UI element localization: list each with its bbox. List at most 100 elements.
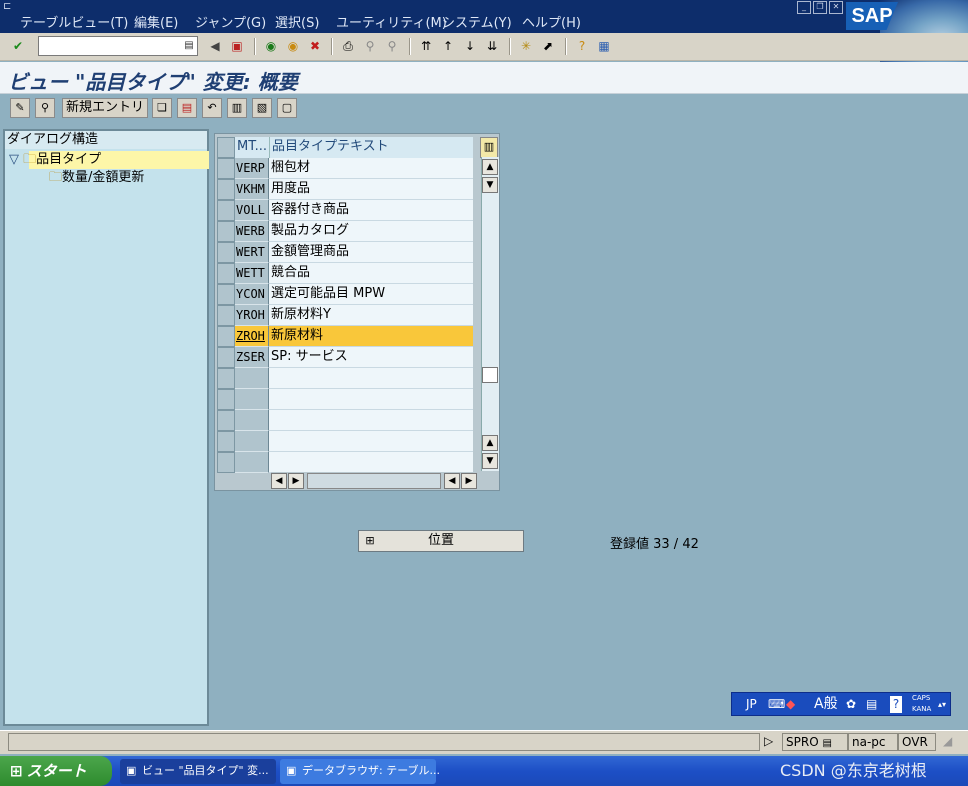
ime-tool-icon[interactable]: ✿ (846, 696, 856, 713)
ime-input-mode[interactable]: A般 (814, 696, 838, 713)
row-selector[interactable] (217, 410, 235, 431)
help-icon[interactable]: ? (573, 37, 591, 55)
back-icon[interactable]: ◉ (262, 37, 280, 55)
deselect-all-icon[interactable]: ▢ (277, 98, 297, 118)
material-type-key[interactable]: VKHM (235, 179, 269, 200)
material-type-text[interactable] (269, 368, 473, 389)
find-next-icon[interactable]: ⚲ (383, 37, 401, 55)
material-type-text[interactable]: 新原材料Y (269, 305, 473, 326)
task-view-material-type[interactable]: ▣ ビュー "品目タイプ" 変... (120, 759, 276, 784)
start-button[interactable]: ⊞ スタート (0, 756, 112, 786)
shortcut-icon[interactable]: ⬈ (539, 37, 557, 55)
minimize-icon[interactable]: _ (797, 1, 811, 14)
ime-dictionary-icon[interactable]: ▤ (866, 696, 877, 713)
ime-pad-icon[interactable]: ◆ (786, 696, 795, 713)
menu-select[interactable]: 選択(S) (275, 12, 319, 31)
scroll-left-column-icon[interactable]: ◀ (444, 473, 460, 489)
enter-check-icon[interactable]: ✔ (9, 37, 27, 55)
row-selector[interactable] (217, 263, 235, 284)
scroll-right-column-icon[interactable]: ▶ (461, 473, 477, 489)
menu-jump[interactable]: ジャンプ(G) (195, 12, 266, 31)
material-type-key[interactable]: WETT (235, 263, 269, 284)
material-type-key[interactable]: VERP (235, 158, 269, 179)
undo-change-icon[interactable]: ↶ (202, 98, 222, 118)
row-selector[interactable] (217, 431, 235, 452)
resize-grip-icon[interactable]: ◢ (940, 733, 966, 751)
material-type-key[interactable]: YROH (235, 305, 269, 326)
system-menu-icon[interactable]: ⊏ (3, 1, 15, 12)
scroll-left-icon[interactable]: ◀ (271, 473, 287, 489)
previous-page-icon[interactable]: ↑ (439, 37, 457, 55)
display-change-icon[interactable]: ✎ (10, 98, 30, 118)
material-type-text[interactable] (269, 389, 473, 410)
material-type-text[interactable]: 新原材料 (269, 326, 473, 347)
status-toggle-icon[interactable]: ▷ (764, 733, 773, 751)
menu-system[interactable]: システム(Y) (442, 12, 512, 31)
tree-item-material-type[interactable]: ▽ 🗀品目タイプ (9, 151, 101, 169)
select-all-icon[interactable]: ▥ (227, 98, 247, 118)
column-config-icon[interactable]: ▥ (480, 137, 498, 158)
material-type-key[interactable] (235, 389, 269, 410)
material-type-text[interactable]: 梱包材 (269, 158, 473, 179)
material-type-key[interactable]: YCON (235, 284, 269, 305)
layout-menu-icon[interactable]: ▦ (595, 37, 613, 55)
row-selector[interactable] (217, 242, 235, 263)
material-type-key[interactable] (235, 452, 269, 473)
row-selector[interactable] (217, 389, 235, 410)
ime-options-icon[interactable]: ▴▾ (938, 696, 946, 713)
position-button[interactable]: ⊞ 位置 (358, 530, 524, 552)
row-selector[interactable] (217, 284, 235, 305)
menu-table-view[interactable]: テーブルビュー(T) (20, 12, 128, 31)
next-page-icon[interactable]: ↓ (461, 37, 479, 55)
delete-icon[interactable]: ▤ (177, 98, 197, 118)
task-data-browser[interactable]: ▣ データブラウザ: テーブル... (280, 759, 440, 784)
row-selector[interactable] (217, 368, 235, 389)
scroll-up-icon[interactable]: ▲ (482, 159, 498, 175)
new-session-icon[interactable]: ✳ (517, 37, 535, 55)
row-selector[interactable] (217, 158, 235, 179)
material-type-text[interactable]: SP: サービス (269, 347, 473, 368)
scroll-right-icon[interactable]: ▶ (288, 473, 304, 489)
tree-expand-icon[interactable]: ▽ (9, 152, 19, 167)
material-type-text[interactable] (269, 410, 473, 431)
scroll-thumb[interactable] (482, 367, 498, 383)
material-type-key[interactable]: VOLL (235, 200, 269, 221)
material-type-text[interactable]: 金額管理商品 (269, 242, 473, 263)
table-vertical-scrollbar[interactable]: ▲ ▼ ▲ ▼ (481, 157, 499, 471)
select-all-cell[interactable] (217, 137, 235, 158)
material-type-key[interactable]: ZROH (235, 326, 269, 347)
menu-edit[interactable]: 編集(E) (134, 12, 178, 31)
status-transaction[interactable]: SPRO ▤ (782, 733, 848, 751)
column-header-material-type[interactable]: MT... (235, 137, 269, 158)
material-type-key[interactable] (235, 431, 269, 452)
row-selector[interactable] (217, 179, 235, 200)
first-page-icon[interactable]: ⇈ (417, 37, 435, 55)
copy-as-icon[interactable]: ❏ (152, 98, 172, 118)
table-horizontal-scrollbar[interactable]: ◀ ▶ ◀ ▶ (271, 472, 481, 490)
close-window-icon[interactable]: ✕ (829, 1, 843, 14)
save-icon[interactable]: ▣ (228, 37, 246, 55)
keyboard-icon[interactable]: ⌨ (768, 696, 785, 713)
scroll-down-icon[interactable]: ▼ (482, 453, 498, 469)
material-type-text[interactable]: 容器付き商品 (269, 200, 473, 221)
menu-utilities[interactable]: ユーティリティ(M) (336, 12, 447, 31)
restore-icon[interactable]: ❐ (813, 1, 827, 14)
material-type-text[interactable]: 製品カタログ (269, 221, 473, 242)
ime-help-icon[interactable]: ? (890, 696, 902, 713)
menu-help[interactable]: ヘルプ(H) (522, 12, 581, 31)
material-type-text[interactable]: 用度品 (269, 179, 473, 200)
row-selector[interactable] (217, 200, 235, 221)
page-up-icon[interactable]: ▲ (482, 435, 498, 451)
command-field[interactable]: ▤ (38, 36, 198, 56)
toggle-command-icon[interactable]: ◀ (206, 37, 224, 55)
material-type-key[interactable] (235, 368, 269, 389)
new-entries-button[interactable]: 新規エントリ (62, 98, 148, 118)
row-selector[interactable] (217, 452, 235, 473)
material-type-key[interactable]: WERT (235, 242, 269, 263)
print-icon[interactable]: ⎙ (339, 37, 357, 55)
ime-language[interactable]: JP (746, 696, 757, 713)
column-header-material-type-text[interactable]: 品目タイプテキスト (269, 137, 473, 158)
status-overwrite-mode[interactable]: OVR (898, 733, 936, 751)
material-type-key[interactable]: WERB (235, 221, 269, 242)
row-selector[interactable] (217, 326, 235, 347)
